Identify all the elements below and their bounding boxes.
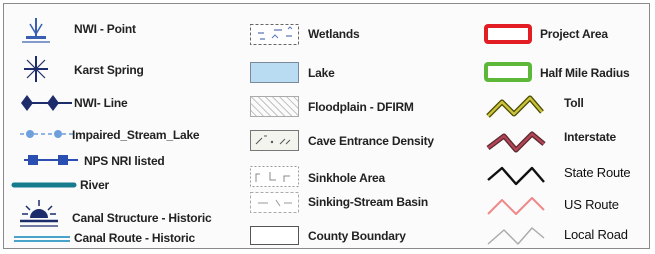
legend-label: Impaired_Stream_Lake [72, 128, 200, 142]
legend-label: Sinking-Stream Basin [308, 195, 429, 209]
nwi-line-symbol [21, 95, 72, 111]
us-route-symbol [487, 197, 545, 215]
legend-label: Karst Spring [74, 63, 144, 77]
legend-label: Interstate [564, 130, 617, 144]
cave-density-swatch [250, 130, 299, 151]
legend-label: NPS NRI listed [84, 154, 165, 168]
local-road-symbol [487, 227, 545, 245]
half-mile-radius-swatch [484, 62, 532, 82]
legend-label: Canal Structure - Historic [72, 211, 212, 225]
river-line-symbol [11, 182, 77, 188]
legend-label: US Route [564, 197, 619, 212]
sinkhole-swatch [250, 166, 299, 187]
legend-label: Half Mile Radius [540, 66, 630, 80]
legend-label: Project Area [540, 27, 608, 41]
karst-spring-icon [24, 56, 48, 82]
legend-label: Lake [308, 66, 335, 80]
nwi-point-icon [22, 18, 50, 43]
canal-route-symbol [14, 236, 70, 242]
interstate-symbol [486, 131, 546, 153]
toll-road-symbol [486, 95, 544, 118]
legend-label: State Route [564, 165, 631, 180]
canal-structure-icon [20, 200, 58, 227]
legend-label: Canal Route - Historic [74, 231, 195, 245]
legend-label: River [80, 178, 110, 192]
legend-label: Cave Entrance Density [308, 134, 434, 148]
nps-nri-symbol [24, 155, 78, 165]
project-area-swatch [484, 24, 532, 44]
county-boundary-swatch [250, 226, 299, 245]
legend-label: Wetlands [308, 27, 360, 41]
legend-label: Local Road [564, 227, 628, 242]
wetlands-swatch [250, 24, 299, 45]
sinking-stream-swatch [250, 192, 299, 213]
lake-swatch [250, 62, 299, 83]
legend-label: Floodplain - DFIRM [308, 100, 414, 114]
map-legend: NWI - Point Karst Spring NWI- Line Impai… [3, 3, 650, 249]
legend-label: Sinkhole Area [308, 171, 385, 185]
impaired-stream-lake-symbol [20, 130, 74, 138]
legend-label: NWI - Point [74, 22, 136, 36]
legend-label: Toll [564, 96, 584, 110]
legend-label: NWI- Line [74, 96, 128, 110]
legend-label: County Boundary [308, 229, 406, 243]
floodplain-swatch [250, 96, 299, 117]
state-route-symbol [487, 166, 545, 186]
